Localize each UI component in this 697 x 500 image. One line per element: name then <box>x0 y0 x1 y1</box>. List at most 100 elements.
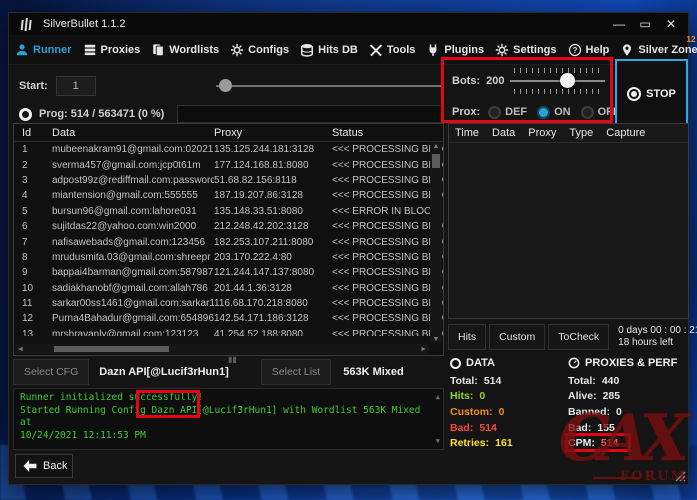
cell-status: <<< PROCESSING BLOCK <box>332 144 443 155</box>
stat-row-custom: Custom:0 <box>450 404 566 420</box>
scroll-right-icon[interactable]: ► <box>420 346 427 353</box>
maximize-button[interactable]: ▭ <box>634 15 656 33</box>
stat-label: Retries: <box>450 437 489 449</box>
table-row[interactable]: 9bappai4barman@gmail.com:5879871121.244.… <box>14 265 443 280</box>
resize-grip[interactable] <box>674 470 686 482</box>
menu-item-label: Wordlists <box>169 44 219 56</box>
cell-proxy: 116.68.170.218:8080 <box>214 298 332 309</box>
hits-tab-button[interactable]: Hits <box>448 324 486 350</box>
menu-item-tools[interactable]: Tools <box>369 43 416 57</box>
table-row[interactable]: 4miantension@gmail.com:555555187.19.207.… <box>14 188 443 203</box>
column-header-data[interactable]: Data <box>52 127 214 139</box>
gauge-icon <box>568 357 580 369</box>
cell-id: 13 <box>14 329 52 336</box>
wordlists-files-icon <box>151 43 165 57</box>
table-row[interactable]: 2sverma457@gmail.com:jcp0t61m177.124.168… <box>14 157 443 172</box>
stop-button[interactable]: STOP <box>615 59 688 129</box>
hits-column-header-capture[interactable]: Capture <box>606 127 645 139</box>
column-header-proxy[interactable]: Proxy <box>214 127 332 139</box>
splitter-handle[interactable]: ▮▮ <box>228 355 237 364</box>
stat-value: 514 <box>484 375 502 387</box>
cell-id: 3 <box>14 175 52 186</box>
table-row[interactable]: 13mrshravanly@gmail.com:12312341.254.52.… <box>14 327 443 336</box>
column-header-status[interactable]: Status <box>332 127 443 139</box>
menu-item-wordlists[interactable]: Wordlists <box>151 43 219 57</box>
tocheck-tab-button[interactable]: ToCheck <box>548 324 609 350</box>
hits-column-header-time[interactable]: Time <box>455 127 479 139</box>
results-table: IdDataProxyStatus 1mubeenakram91@gmail.c… <box>13 123 444 356</box>
select-cfg-button[interactable]: Select CFG <box>13 359 89 385</box>
menu-item-silver-zone[interactable]: Silver Zone12 <box>620 43 697 57</box>
prox-option-def[interactable]: DEF <box>488 106 527 119</box>
vertical-scroll-thumb[interactable] <box>432 154 440 168</box>
svg-text:?: ? <box>572 45 577 54</box>
menu-item-settings[interactable]: Settings <box>495 43 556 57</box>
menu-item-label: Silver Zone <box>638 44 697 56</box>
prox-option-on[interactable]: ON <box>537 106 571 119</box>
radio-icon[interactable] <box>488 106 501 119</box>
stat-label: Banned: <box>568 406 610 418</box>
prox-option-off[interactable]: OFF <box>581 106 620 119</box>
menu-item-hits-db[interactable]: Hits DB <box>300 43 358 57</box>
app-logo-bars-icon <box>19 17 35 32</box>
scroll-down-icon[interactable]: ▼ <box>433 336 440 343</box>
cell-proxy: 187.19.207.86:3128 <box>214 190 332 201</box>
bots-slider[interactable] <box>510 68 605 94</box>
table-row[interactable]: 10sadiakhanobf@gmail.com:allah786201.44.… <box>14 281 443 296</box>
scroll-up-icon[interactable]: ▲ <box>433 143 440 150</box>
table-row[interactable]: 1mubeenakram91@gmail.com:02021135.125.24… <box>14 142 443 157</box>
cell-data: miantension@gmail.com:555555 <box>52 190 214 201</box>
selected-wordlist-value: 563K Mixed <box>343 366 404 378</box>
table-row[interactable]: 3adpost99z@rediffmail.com:password51.68.… <box>14 173 443 188</box>
stop-record-icon <box>627 87 641 101</box>
radio-icon[interactable] <box>581 106 594 119</box>
log-line: Runner initialized successfully! <box>20 392 437 405</box>
cell-id: 5 <box>14 206 52 217</box>
proxies-server-icon <box>83 43 97 57</box>
scroll-left-icon[interactable]: ◄ <box>17 346 24 353</box>
stat-value: 514 <box>479 422 497 434</box>
hits-column-header-type[interactable]: Type <box>569 127 593 139</box>
minimize-button[interactable]: — <box>608 15 630 33</box>
cell-data: bappai4barman@gmail.com:5879871 <box>52 267 214 278</box>
cell-id: 12 <box>14 313 52 324</box>
log-console[interactable]: Runner initialized successfully! Started… <box>13 388 444 450</box>
custom-tab-button[interactable]: Custom <box>489 324 545 350</box>
cell-status: <<< PROCESSING BLOCK <box>332 298 443 309</box>
menu-item-plugins[interactable]: Plugins <box>426 43 484 57</box>
select-list-button[interactable]: Select List <box>261 359 331 385</box>
start-slider-thumb[interactable] <box>219 79 232 92</box>
back-button[interactable]: Back <box>15 454 73 478</box>
start-input[interactable] <box>56 76 96 96</box>
cell-status: <<< ERROR IN BLOCK: R <box>332 206 443 217</box>
hits-column-header-data[interactable]: Data <box>492 127 515 139</box>
close-button[interactable]: ✕ <box>660 15 682 33</box>
menu-item-proxies[interactable]: Proxies <box>83 43 141 57</box>
bots-slider-thumb[interactable] <box>560 73 575 88</box>
menu-item-configs[interactable]: Configs <box>230 43 289 57</box>
horizontal-scroll-thumb[interactable] <box>54 346 169 352</box>
log-scroll-up-icon[interactable]: ▲ <box>436 391 440 404</box>
table-row[interactable]: 6sujitdas22@yahoo.com:win2000212.248.42.… <box>14 219 443 234</box>
cell-data: nafisawebads@gmail.com:123456 <box>52 237 214 248</box>
results-horizontal-scrollbar[interactable]: ◄ ► <box>15 344 429 354</box>
column-header-id[interactable]: Id <box>14 127 52 139</box>
log-line: Started Running Config Dazn API[@Lucif3r… <box>20 405 437 430</box>
table-row[interactable]: 7nafisawebads@gmail.com:123456182.253.10… <box>14 234 443 249</box>
hits-column-header-proxy[interactable]: Proxy <box>528 127 556 139</box>
radio-icon[interactable] <box>537 106 550 119</box>
menu-item-help[interactable]: ?Help <box>568 43 610 57</box>
menu-item-runner[interactable]: Runner <box>15 43 72 57</box>
stat-value: 155 <box>597 422 615 434</box>
results-vertical-scrollbar[interactable]: ▲ ▼ <box>430 143 442 343</box>
table-row[interactable]: 11sarkar00ss1461@gmail.com:sarkar1116.68… <box>14 296 443 311</box>
table-row[interactable]: 5bursun96@gmail.com:lahore031135.148.33.… <box>14 204 443 219</box>
selected-config-value: Dazn API[@Lucif3rHun1] <box>99 366 229 378</box>
log-scroll-down-icon[interactable]: ▼ <box>436 435 440 448</box>
titlebar[interactable]: SilverBullet 1.1.2 — ▭ ✕ <box>9 13 688 35</box>
table-row[interactable]: 12Purna4Bahadur@gmail.com:654896142.54.1… <box>14 311 443 326</box>
stat-label: Bad: <box>450 422 473 434</box>
table-row[interactable]: 8mrudusmita.03@gmail.com:shreepr203.170.… <box>14 250 443 265</box>
start-slider[interactable] <box>216 76 444 96</box>
cell-status: <<< PROCESSING BLOCK <box>332 313 443 324</box>
